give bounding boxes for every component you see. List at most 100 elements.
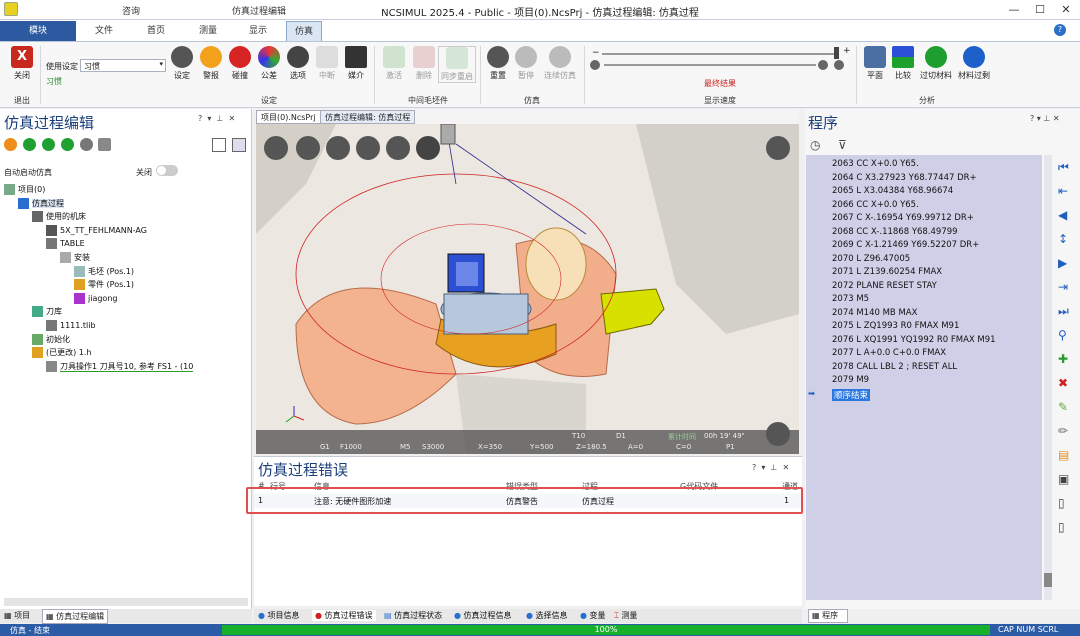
prev-icon[interactable]: ◀ bbox=[1058, 208, 1074, 224]
alarm-button[interactable]: 警报 bbox=[199, 46, 223, 81]
clock-icon[interactable]: ◷ bbox=[810, 138, 820, 152]
close-window-button[interactable]: ✕ bbox=[1054, 2, 1078, 18]
copy-doc-icon[interactable]: ▯ bbox=[1058, 520, 1074, 536]
tree-item[interactable]: 安装 bbox=[60, 252, 90, 263]
options-button[interactable]: 选项 bbox=[286, 46, 310, 81]
save-icon[interactable]: ▣ bbox=[1058, 472, 1074, 488]
program-line[interactable]: 2076 L XQ1991 YQ1992 R0 FMAX M91 bbox=[832, 335, 996, 345]
go-last-icon[interactable]: ⏭ bbox=[1058, 304, 1074, 320]
plane-button[interactable]: 平面 bbox=[862, 46, 888, 81]
program-line[interactable]: 2064 C X3.27923 Y68.77447 DR+ bbox=[832, 173, 977, 183]
tab-file[interactable]: 文件 bbox=[86, 21, 122, 41]
pause-button[interactable]: 暂停 bbox=[514, 46, 538, 81]
compare-button[interactable]: 比较 bbox=[890, 46, 916, 81]
sync-restart-button[interactable]: 同步重启 bbox=[438, 46, 476, 83]
program-line[interactable]: 2071 L Z139.60254 FMAX bbox=[832, 267, 942, 277]
speed-plus-icon[interactable]: + bbox=[843, 46, 851, 56]
step-back-line-icon[interactable]: ⇤ bbox=[1058, 184, 1074, 200]
tab-sim-info[interactable]: ● 仿真过程信息 bbox=[454, 610, 512, 621]
tab-display[interactable]: 显示 bbox=[240, 21, 276, 41]
document-icon[interactable]: ▯ bbox=[1058, 496, 1074, 512]
program-line[interactable]: 2065 L X3.04384 Y68.96674 bbox=[832, 186, 953, 196]
view-cube-icon[interactable] bbox=[296, 136, 320, 160]
program-line[interactable]: 2072 PLANE RESET STAY bbox=[832, 281, 937, 291]
tree-item[interactable]: 1111.tlib bbox=[46, 320, 96, 331]
detail-view-icon[interactable] bbox=[232, 138, 246, 152]
program-scrollbar[interactable] bbox=[1044, 155, 1052, 600]
doc-tab-project[interactable]: 项目(0).NcsPrj bbox=[256, 110, 321, 124]
tree-item[interactable]: 使用的机床 bbox=[32, 211, 86, 223]
horizontal-scrollbar[interactable] bbox=[4, 598, 248, 606]
tree-item[interactable]: 零件 (Pos.1) bbox=[74, 279, 134, 291]
excess-material-button[interactable]: 材料过剩 bbox=[956, 46, 992, 81]
tree-item[interactable]: (已更改) 1.h bbox=[32, 347, 92, 359]
add-breakpoint-icon[interactable]: ✚ bbox=[1058, 352, 1074, 368]
speed-minus-icon[interactable]: − bbox=[592, 48, 600, 58]
continuous-sim-button[interactable]: 连续仿真 bbox=[542, 46, 578, 81]
camera-icon[interactable] bbox=[766, 136, 790, 160]
speed-slider-track[interactable] bbox=[602, 53, 838, 55]
tolerance-button[interactable]: 公差 bbox=[257, 46, 281, 81]
green-refresh-icon[interactable] bbox=[60, 138, 74, 151]
collision-button[interactable]: 碰撞 bbox=[228, 46, 252, 81]
help-icon[interactable]: ? bbox=[1054, 24, 1066, 36]
tree-item[interactable]: 初始化 bbox=[32, 333, 70, 345]
rotate-view-icon[interactable] bbox=[416, 136, 440, 160]
list-view-icon[interactable] bbox=[212, 138, 226, 152]
auto-start-toggle[interactable] bbox=[156, 165, 178, 176]
use-settings-select[interactable]: 习惯 ▾ bbox=[80, 59, 166, 72]
step-forward-line-icon[interactable]: ⇥ bbox=[1058, 280, 1074, 296]
program-line[interactable]: 2070 L Z96.47005 bbox=[832, 254, 910, 264]
tab-home[interactable]: 首页 bbox=[138, 21, 174, 41]
program-line[interactable]: 2068 CC X-.11868 Y68.49799 bbox=[832, 227, 958, 237]
panel-pin-controls[interactable]: ? ▾ ⊥ ✕ bbox=[198, 114, 235, 123]
section-icon[interactable] bbox=[386, 136, 410, 160]
program-line[interactable]: 2077 L A+0.0 C+0.0 FMAX bbox=[832, 348, 946, 358]
settings-button[interactable]: 设定 bbox=[170, 46, 194, 81]
tab-variables[interactable]: ● 变量 bbox=[580, 610, 606, 621]
tab-measure[interactable]: 测量 bbox=[190, 21, 226, 41]
program-line[interactable]: 2078 CALL LBL 2 ; RESET ALL bbox=[832, 362, 957, 372]
tree-item[interactable]: jiagong bbox=[74, 292, 117, 304]
tree-item[interactable]: 刀具操作1 刀具号10, 参考 FS1 - (10 bbox=[46, 360, 194, 372]
next-icon[interactable]: ▶ bbox=[1058, 256, 1074, 272]
tab-selection-info[interactable]: ● 选择信息 bbox=[526, 610, 568, 621]
program-tab[interactable]: ▦ 程序 bbox=[808, 609, 848, 623]
tab-project-info[interactable]: ● 项目信息 bbox=[258, 610, 300, 621]
zoom-icon[interactable] bbox=[356, 136, 380, 160]
errors-pin-controls[interactable]: ? ▾ ⊥ ✕ bbox=[752, 463, 789, 472]
tree-item[interactable]: 项目(0) bbox=[4, 184, 45, 195]
program-line[interactable]: 2066 CC X+0.0 Y65. bbox=[832, 200, 919, 210]
step-forward-icon[interactable] bbox=[834, 60, 844, 70]
settings-dropdown-icon[interactable] bbox=[79, 138, 93, 151]
green-add-icon[interactable] bbox=[22, 138, 36, 151]
program-line[interactable]: 2079 M9 bbox=[832, 375, 869, 385]
go-first-icon[interactable]: ⏮ bbox=[1058, 160, 1074, 176]
program-line[interactable]: 2069 C X-1.21469 Y69.52207 DR+ bbox=[832, 240, 979, 250]
sequence-end-line[interactable]: 顺序结束 bbox=[832, 388, 871, 401]
jump-line-icon[interactable]: ↕ bbox=[1058, 232, 1074, 248]
playback-icon[interactable] bbox=[766, 422, 790, 446]
program-line[interactable]: 2075 L ZQ1993 R0 FMAX M91 bbox=[832, 321, 959, 331]
pencil-icon[interactable]: ✏ bbox=[1058, 424, 1074, 440]
stop-icon[interactable] bbox=[818, 60, 828, 70]
file-edit-icon[interactable]: ▤ bbox=[1058, 448, 1074, 464]
doc-tab-sim-edit[interactable]: 仿真过程编辑: 仿真过程 bbox=[320, 110, 416, 124]
tree-item[interactable]: 仿真过程 bbox=[18, 197, 64, 209]
remove-breakpoint-icon[interactable]: ✖ bbox=[1058, 376, 1074, 392]
tab-module[interactable]: 模块 bbox=[0, 21, 76, 41]
position-slider-track[interactable] bbox=[604, 64, 816, 66]
speed-slider-thumb[interactable] bbox=[834, 47, 839, 59]
tree-item[interactable]: 5X_TT_FEHLMANN-AG bbox=[46, 224, 147, 236]
media-button[interactable]: 媒介 bbox=[344, 46, 368, 81]
tree-item[interactable]: 毛坯 (Pos.1) bbox=[74, 265, 134, 277]
left-tab-sim-edit[interactable]: ▦ 仿真过程编辑 bbox=[42, 609, 109, 624]
tab-sim-status[interactable]: ▤ 仿真过程状态 bbox=[384, 610, 442, 621]
program-line[interactable]: 2074 M140 MB MAX bbox=[832, 308, 917, 318]
maximize-button[interactable]: ☐ bbox=[1028, 2, 1052, 18]
close-button[interactable]: X 关闭 bbox=[8, 46, 36, 81]
filter-icon[interactable]: ⊽ bbox=[838, 138, 847, 152]
layers-icon[interactable] bbox=[326, 136, 350, 160]
step-back-icon[interactable] bbox=[590, 60, 600, 70]
program-pin-controls[interactable]: ? ▾ ⊥ ✕ bbox=[1030, 114, 1060, 123]
